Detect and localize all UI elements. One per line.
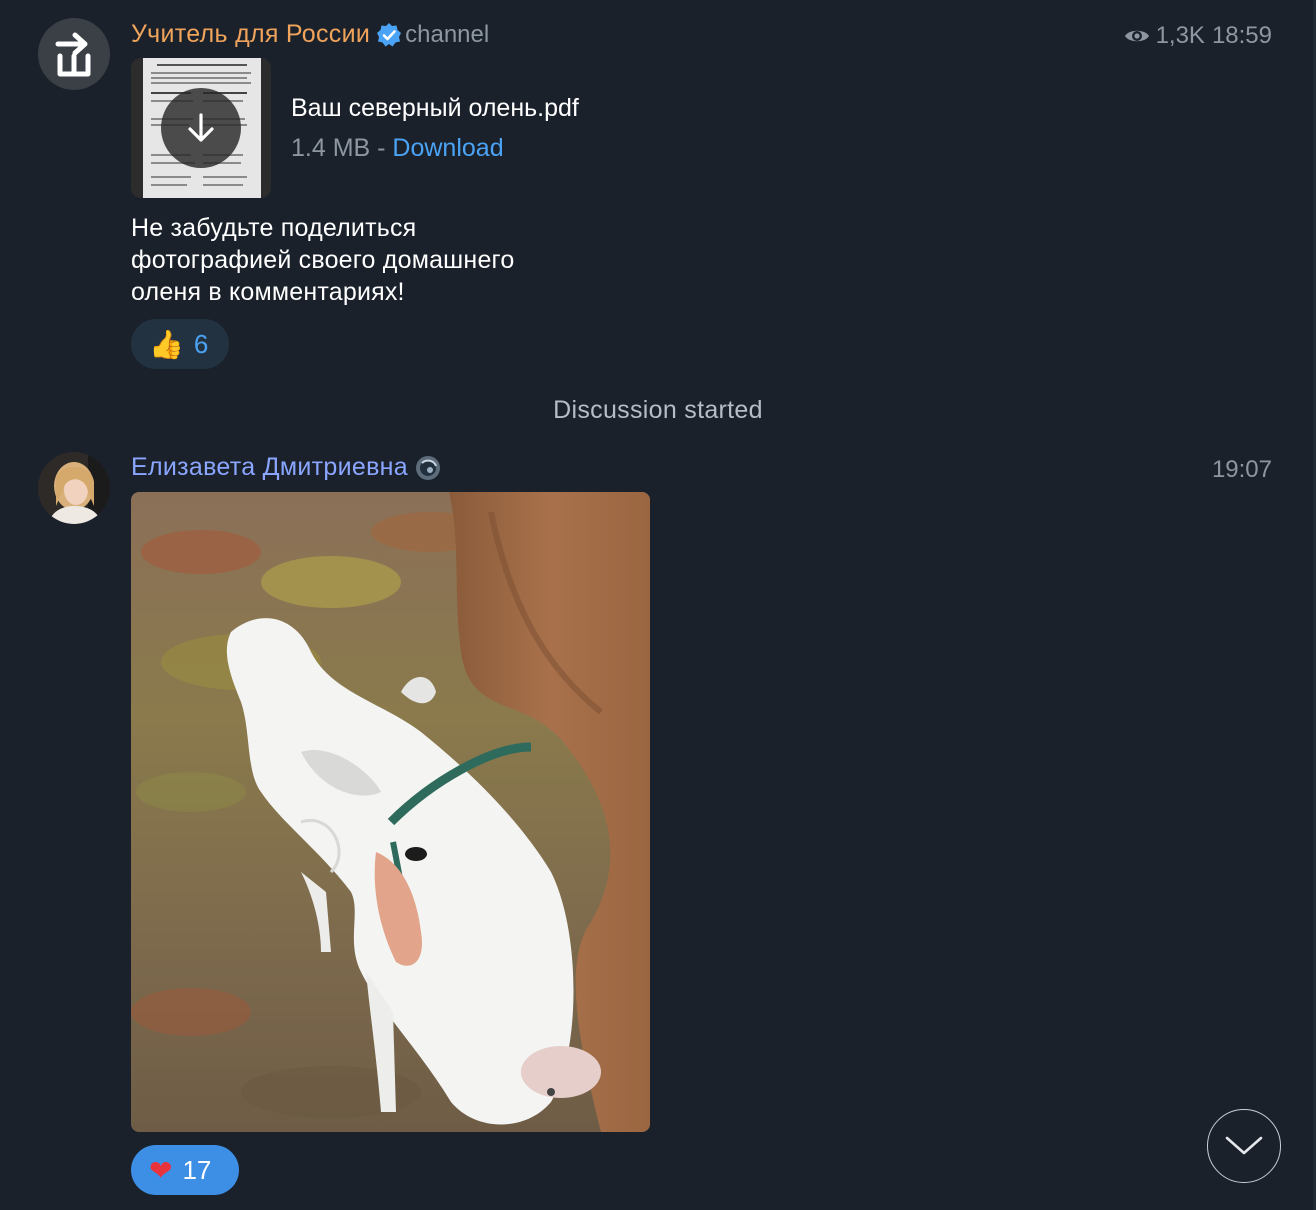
chevron-down-icon — [1225, 1136, 1263, 1155]
channel-tag: channel — [405, 20, 490, 48]
document-thumbnail[interactable] — [131, 58, 271, 198]
heart-count: 17 — [182, 1154, 212, 1185]
post-text-line: фотографией своего домашнего — [131, 246, 515, 274]
comment-time: 19:07 — [1211, 456, 1272, 483]
status-emoji-icon — [415, 455, 440, 480]
like-count: 6 — [193, 328, 209, 359]
document-separator: - — [370, 134, 393, 162]
post-time: 18:59 — [1211, 22, 1272, 49]
chat-view: Учитель для России channel 1,3K 18:59 Ва… — [0, 0, 1316, 1210]
view-count: 1,3K — [1155, 22, 1205, 49]
user-avatar-image — [38, 452, 110, 524]
document-name[interactable]: Ваш северный олень.pdf — [291, 94, 579, 123]
eye-icon — [1124, 30, 1149, 42]
thumbs-up-icon: 👍 — [149, 328, 184, 360]
channel-avatar[interactable] — [38, 18, 110, 90]
channel-header: Учитель для России channel — [131, 20, 489, 49]
channel-logo-icon — [55, 32, 91, 77]
verified-icon — [377, 22, 402, 46]
like-reaction-button[interactable]: 👍 6 — [131, 319, 229, 369]
heart-reaction-button[interactable]: ❤ 17 — [131, 1145, 239, 1195]
user-avatar[interactable] — [38, 452, 110, 524]
post-text-line: Не забудьте поделиться — [131, 214, 417, 242]
heart-icon: ❤ — [149, 1154, 173, 1186]
reindeer-photo-image — [131, 492, 650, 1132]
document-info: 1.4 MB - Download — [291, 134, 504, 163]
scroll-down-button[interactable] — [1207, 1109, 1281, 1183]
discussion-started-label: Discussion started — [553, 396, 763, 424]
commenter-name[interactable]: Елизавета Дмитриевна — [131, 453, 408, 482]
post-text-line: оленя в комментариях! — [131, 278, 405, 306]
post-meta: 1,3K 18:59 — [1124, 22, 1272, 50]
channel-name[interactable]: Учитель для России — [131, 20, 370, 49]
comment-photo[interactable] — [131, 492, 650, 1132]
download-arrow-icon — [188, 113, 214, 142]
post-text: Не забудьте поделиться фотографией своег… — [131, 212, 591, 308]
download-button[interactable] — [161, 88, 241, 168]
download-link[interactable]: Download — [392, 134, 503, 162]
document-size: 1.4 MB — [291, 134, 371, 162]
comment-header: Елизавета Дмитриевна — [131, 453, 442, 482]
